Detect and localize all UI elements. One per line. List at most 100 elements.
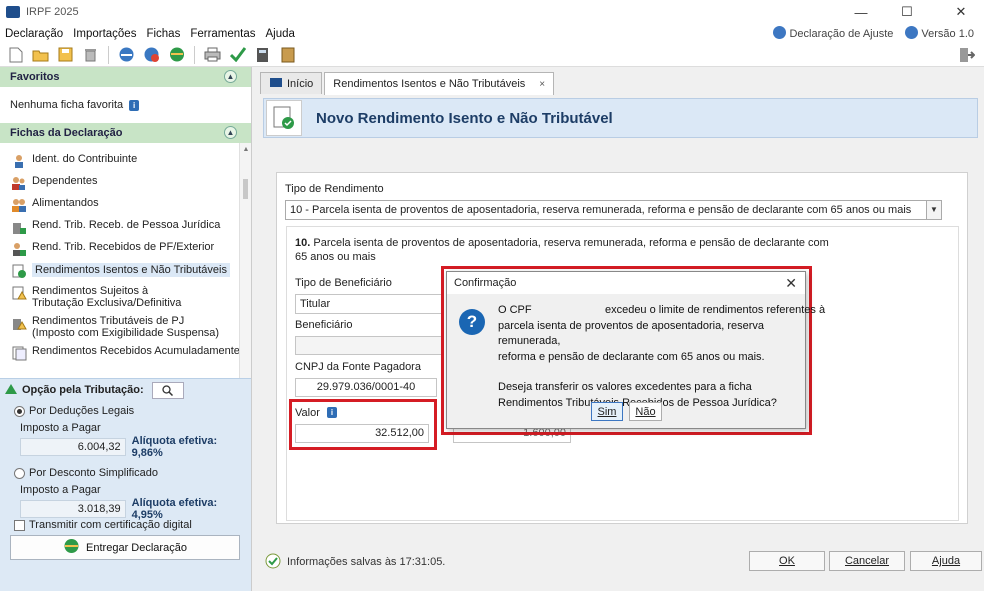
info-icon[interactable]: i <box>129 99 140 111</box>
maximize-button[interactable]: ☐ <box>884 0 930 24</box>
imposto-pagar-label: Imposto a Pagar <box>20 484 101 496</box>
ficha-ident-contribuinte[interactable]: Ident. do Contribuinte <box>0 143 251 172</box>
fichas-scrollbar[interactable]: ▲ ▼ <box>239 143 251 389</box>
document-warning-icon <box>10 285 28 301</box>
exit-icon[interactable] <box>957 45 976 64</box>
radio-deducoes-legais[interactable]: Por Deduções Legais <box>0 402 251 420</box>
aliquota-legais: Alíquota efetiva: 9,86% <box>131 435 218 459</box>
title-bar: IRPF 2025 — ☐ ✕ <box>0 0 984 24</box>
receita-sync-icon[interactable] <box>117 45 136 64</box>
verify-check-icon[interactable] <box>228 45 247 64</box>
ficha-alimentandos[interactable]: Alimentandos <box>0 194 251 216</box>
collapse-up-icon[interactable]: ▲ <box>224 126 237 139</box>
home-icon <box>269 77 283 91</box>
dialog-title-bar: Confirmação ✕ <box>447 272 805 294</box>
tab-inicio[interactable]: Início <box>260 72 323 94</box>
globe-icon <box>63 538 80 557</box>
checkbox[interactable] <box>14 519 25 531</box>
desc-number: 10. <box>295 237 311 249</box>
tributacao-arrow-icon <box>4 382 18 398</box>
close-tab-icon[interactable]: × <box>539 79 545 90</box>
ajuda-button[interactable]: Ajuda <box>910 551 982 571</box>
dialog-line: Deseja transferir os valores excedentes … <box>498 381 752 393</box>
open-folder-icon[interactable] <box>31 45 50 64</box>
declaracao-ajuste-link[interactable]: Declaração de Ajuste <box>773 26 893 40</box>
tab-label: Início <box>287 77 314 90</box>
ficha-rend-trib-pf-exterior[interactable]: Rend. Trib. Recebidos de PF/Exterior <box>0 238 251 260</box>
scroll-thumb[interactable] <box>243 179 248 199</box>
menu-importacoes[interactable]: Importações <box>68 28 141 40</box>
minimize-button[interactable]: — <box>838 0 884 24</box>
radio-selected[interactable] <box>14 405 25 417</box>
menu-fichas[interactable]: Fichas <box>141 28 185 40</box>
nao-button[interactable]: Não <box>629 402 662 421</box>
ficha-rend-acumuladamente[interactable]: Rendimentos Recebidos Acumuladamente <box>0 342 251 364</box>
save-icon[interactable] <box>56 45 75 64</box>
ficha-label: Ident. do Contribuinte <box>32 153 138 165</box>
tipo-beneficiario-select[interactable]: Titular <box>295 294 443 314</box>
chevron-down-icon[interactable]: ▼ <box>926 201 941 219</box>
ficha-rendimentos-isentos[interactable]: Rendimentos Isentos e Não Tributáveis <box>0 260 251 282</box>
nenhuma-ficha-label: Nenhuma ficha favorita <box>10 99 124 111</box>
print-icon[interactable] <box>203 45 222 64</box>
ficha-rend-tributacao-exclusiva[interactable]: Rendimentos Sujeitos à Tributação Exclus… <box>0 282 251 312</box>
desconto-simplificado-label: Por Desconto Simplificado <box>29 467 159 479</box>
declaracao-ajuste-label: Declaração de Ajuste <box>789 28 894 40</box>
sim-button[interactable]: Sim <box>591 402 623 421</box>
ficha-label: Dependentes <box>32 175 98 187</box>
fichas-header[interactable]: Fichas da Declaração ▲ <box>0 123 251 143</box>
cnpj-field[interactable]: 29.979.036/0001-40 <box>295 378 437 397</box>
cancelar-button[interactable]: Cancelar <box>829 551 905 571</box>
trash-icon[interactable] <box>81 45 100 64</box>
receita-import-icon[interactable] <box>142 45 161 64</box>
calculator-icon[interactable] <box>253 45 272 64</box>
favoritos-header[interactable]: Favoritos ▲ <box>0 67 251 87</box>
darf-document-icon[interactable] <box>278 45 297 64</box>
tipo-beneficiario-value: Titular <box>300 298 331 310</box>
ficha-rend-trib-pj[interactable]: Rend. Trib. Receb. de Pessoa Jurídica <box>0 216 251 238</box>
saved-check-icon <box>265 553 281 572</box>
collapse-up-icon[interactable]: ▲ <box>224 70 237 83</box>
tributacao-panel: Opção pela Tributação: Por Deduções Lega… <box>0 378 251 591</box>
scroll-up-icon[interactable]: ▲ <box>240 143 251 155</box>
tipo-rendimento-select[interactable]: 10 - Parcela isenta de proventos de apos… <box>285 200 942 220</box>
toolbar <box>0 43 984 67</box>
transmitir-certificado-check[interactable]: Transmitir com certificação digital <box>0 516 192 534</box>
close-icon[interactable]: ✕ <box>785 275 797 292</box>
entregar-declaracao-button[interactable]: Entregar Declaração <box>10 535 240 560</box>
menu-ferramentas[interactable]: Ferramentas <box>185 28 260 40</box>
versao-link[interactable]: Versão 1.0 <box>905 26 974 40</box>
tab-rendimentos-isentos[interactable]: Rendimentos Isentos e Não Tributáveis × <box>324 72 555 95</box>
radio-desconto-simplificado[interactable]: Por Desconto Simplificado <box>0 464 251 482</box>
ficha-rend-trib-pj-suspensa[interactable]: Rendimentos Tributáveis de PJ (Imposto c… <box>0 312 251 342</box>
tipo-beneficiario-label: Tipo de Beneficiário <box>295 277 392 289</box>
dialog-title: Confirmação <box>454 277 517 289</box>
ficha-label: Rendimentos Isentos e Não Tributáveis <box>32 263 230 277</box>
beneficiario-field[interactable] <box>295 336 443 355</box>
globe-transmit-icon[interactable] <box>167 45 186 64</box>
confirmacao-dialog: Confirmação ✕ ? O CPF excedeu o limite d… <box>446 271 826 429</box>
dialog-line: O CPF excedeu o limite de rendimentos re… <box>498 304 826 316</box>
menu-ajuda[interactable]: Ajuda <box>261 28 300 40</box>
question-icon: ? <box>459 309 485 335</box>
person-money-icon <box>10 241 28 257</box>
versao-label: Versão 1.0 <box>921 28 974 40</box>
opcao-title: Opção pela Tributação: <box>22 384 144 396</box>
ficha-label: Alimentandos <box>32 197 99 209</box>
ficha-dependentes[interactable]: Dependentes <box>0 172 251 194</box>
toolbar-separator <box>108 45 109 64</box>
close-window-button[interactable]: ✕ <box>938 0 984 24</box>
dialog-message: O CPF excedeu o limite de rendimentos re… <box>498 303 826 411</box>
new-document-icon[interactable] <box>6 45 25 64</box>
fichas-title: Fichas da Declaração <box>10 127 123 139</box>
tab-bar: Início Rendimentos Isentos e Não Tributá… <box>258 72 555 95</box>
imposto-pagar-label: Imposto a Pagar <box>20 422 101 434</box>
radio-unselected[interactable] <box>14 467 25 479</box>
irpf-app-icon <box>6 6 20 18</box>
search-button[interactable] <box>151 381 184 399</box>
entregar-label: Entregar Declaração <box>86 541 187 554</box>
menu-declaracao[interactable]: Declaração <box>0 28 68 40</box>
favoritos-title: Favoritos <box>10 71 60 83</box>
ficha-label: Rendimentos Recebidos Acumuladamente <box>32 345 240 357</box>
ok-button[interactable]: OK <box>749 551 825 571</box>
